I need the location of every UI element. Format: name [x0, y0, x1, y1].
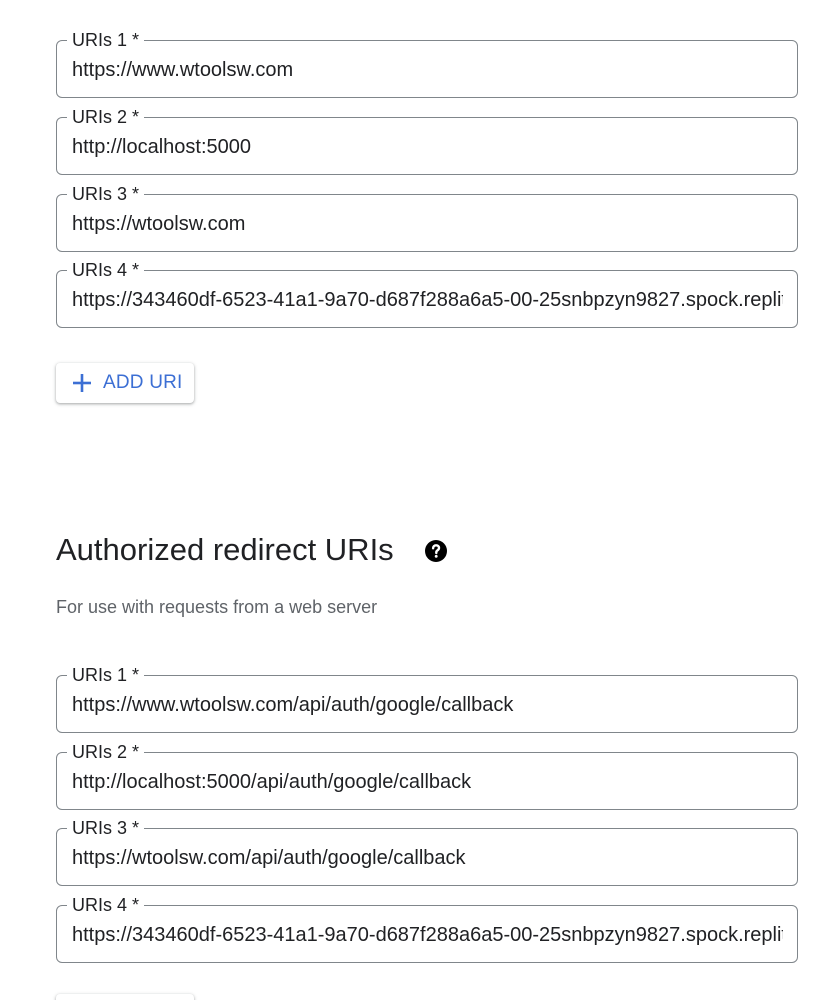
origin-uri-2-field[interactable]: URIs 2 *	[56, 107, 798, 175]
origin-uri-3-input[interactable]	[72, 211, 783, 237]
redirect-uri-1-label: URIs 1 *	[67, 665, 145, 685]
redirect-uris-title: Authorized redirect URIs	[56, 532, 394, 567]
redirect-uri-3-field[interactable]: URIs 3 *	[56, 818, 798, 886]
redirect-uri-3-input[interactable]	[72, 845, 783, 871]
origin-uri-4-input[interactable]	[72, 287, 783, 313]
add-redirect-uri-button[interactable]	[56, 994, 194, 1000]
redirect-uri-2-field[interactable]: URIs 2 *	[56, 742, 798, 810]
origin-uri-2-input[interactable]	[72, 134, 783, 160]
origin-uri-3-field[interactable]: URIs 3 *	[56, 184, 798, 252]
origin-uri-2-label: URIs 2 *	[67, 107, 145, 127]
origin-uri-1-label: URIs 1 *	[67, 30, 145, 50]
add-origin-uri-label: ADD URI	[103, 372, 183, 393]
redirect-uri-2-label: URIs 2 *	[67, 742, 145, 762]
redirect-uri-1-input[interactable]	[72, 692, 783, 718]
redirect-uris-description: For use with requests from a web server	[56, 597, 378, 617]
origin-uri-1-field[interactable]: URIs 1 *	[56, 30, 798, 98]
redirect-uri-1-field[interactable]: URIs 1 *	[56, 665, 798, 733]
redirect-uri-4-label: URIs 4 *	[67, 895, 145, 915]
origin-uri-3-label: URIs 3 *	[67, 184, 145, 204]
help-icon[interactable]	[424, 539, 448, 563]
oauth-client-form: URIs 1 * URIs 2 * URIs 3 * URIs 4 * ADD …	[0, 0, 818, 1000]
origin-uri-4-field[interactable]: URIs 4 *	[56, 260, 798, 328]
origin-uri-4-label: URIs 4 *	[67, 260, 145, 280]
add-origin-uri-button[interactable]: ADD URI	[56, 363, 194, 403]
redirect-uri-3-label: URIs 3 *	[67, 818, 145, 838]
origin-uri-1-input[interactable]	[72, 57, 783, 83]
redirect-uri-4-field[interactable]: URIs 4 *	[56, 895, 798, 963]
redirect-uri-4-input[interactable]	[72, 922, 783, 948]
redirect-uri-2-input[interactable]	[72, 769, 783, 795]
plus-icon	[73, 374, 91, 392]
